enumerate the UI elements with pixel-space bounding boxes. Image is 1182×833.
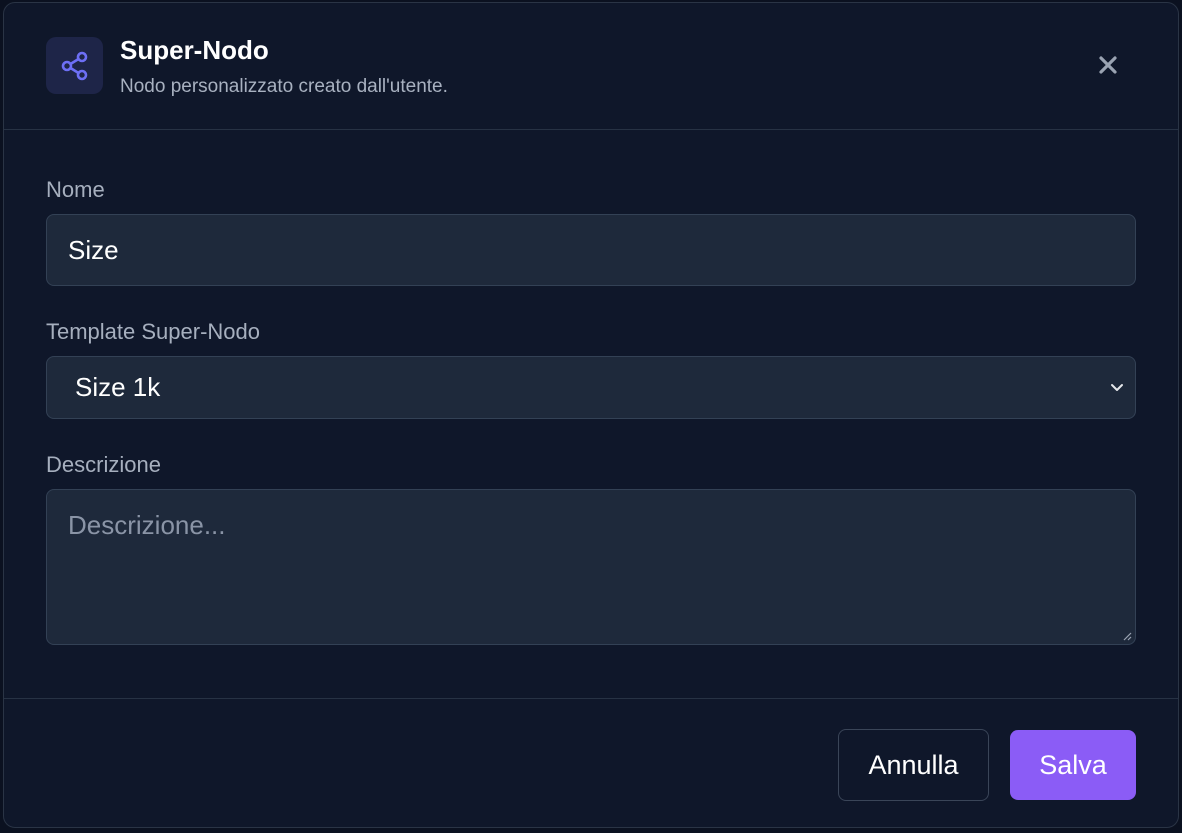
close-icon — [1099, 56, 1117, 74]
name-label: Nome — [46, 177, 105, 202]
super-node-dialog: Super-Nodo Nodo personalizzato creato da… — [3, 2, 1179, 828]
dialog-footer: Annulla Salva — [4, 698, 1178, 827]
save-button[interactable]: Salva — [1010, 730, 1136, 800]
share-nodes-icon — [46, 37, 103, 94]
template-selected-value: Size 1k — [75, 372, 161, 402]
chevron-down-icon — [1111, 384, 1123, 391]
dialog-subtitle: Nodo personalizzato creato dall'utente. — [120, 76, 448, 97]
description-placeholder: Descrizione... — [68, 510, 226, 540]
name-input-value: Size — [68, 234, 119, 265]
template-label: Template Super-Nodo — [46, 319, 261, 344]
template-select[interactable]: Size 1k — [46, 356, 1136, 419]
name-input[interactable]: Size — [46, 214, 1136, 286]
cancel-button[interactable]: Annulla — [838, 729, 989, 801]
resize-handle-icon[interactable] — [1122, 631, 1132, 641]
close-button[interactable] — [1094, 51, 1122, 79]
description-label: Descrizione — [46, 452, 161, 477]
description-textarea[interactable]: Descrizione... — [46, 489, 1136, 645]
dialog-title: Super-Nodo — [120, 35, 269, 65]
dialog-header: Super-Nodo Nodo personalizzato creato da… — [4, 3, 1178, 130]
